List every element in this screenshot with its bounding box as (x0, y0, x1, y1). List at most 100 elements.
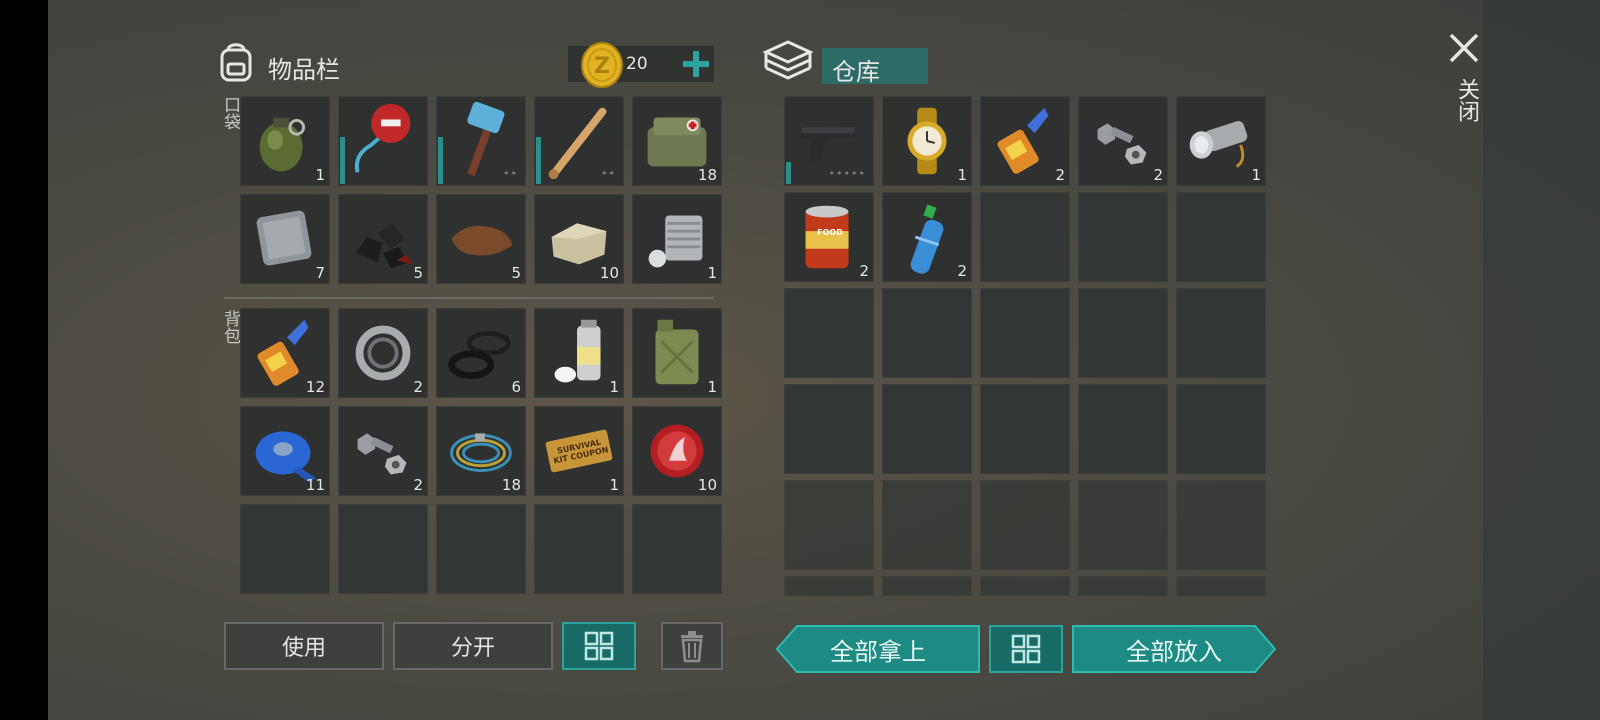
backpack-empty-slot[interactable] (240, 504, 330, 594)
grid-sort-icon (1011, 634, 1041, 664)
durability-bar (786, 162, 791, 184)
stop-sign-icon (338, 96, 428, 186)
storage_items-empty-slot[interactable] (784, 480, 874, 570)
item-count: 18 (697, 166, 717, 184)
item-count: 2 (859, 262, 869, 280)
take-all-label: 全部拿上 (830, 637, 926, 666)
storage_items-empty-slot[interactable] (1078, 288, 1168, 378)
storage_items-slot[interactable]: ••••• (784, 96, 874, 186)
backpack-slot[interactable]: SURVIVAL KIT COUPON 1 (534, 406, 624, 496)
split-button[interactable]: 分开 (393, 622, 553, 670)
storage_items-empty-slot[interactable] (882, 384, 972, 474)
pockets-slot[interactable] (338, 96, 428, 186)
pockets-slot[interactable]: 18 (632, 96, 722, 186)
item-count: 2 (957, 262, 967, 280)
backpack-empty-slot[interactable] (436, 504, 526, 594)
item-count: 5 (511, 264, 521, 282)
inventory-title: 物品栏 (268, 56, 340, 84)
storage_items-slot[interactable]: 1 (882, 96, 972, 186)
storage_items-empty-slot[interactable] (1078, 192, 1168, 282)
storage_items-empty-slot[interactable] (882, 480, 972, 570)
durability-bar (438, 137, 443, 184)
storage_items-empty-slot[interactable] (882, 576, 972, 596)
close-button[interactable]: 关闭 (1446, 30, 1486, 140)
coin-count: 20 (626, 54, 648, 74)
storage_items-empty-slot[interactable] (1078, 576, 1168, 596)
trash-icon (681, 631, 703, 663)
pockets-slot[interactable]: 1 (240, 96, 330, 186)
item-count: 7 (315, 264, 325, 282)
backpack-empty-slot[interactable] (338, 504, 428, 594)
item-count: 2 (413, 378, 423, 396)
storage_items-empty-slot[interactable] (1176, 576, 1266, 596)
backpack-slot[interactable]: 1 (534, 308, 624, 398)
item-count: 2 (1153, 166, 1163, 184)
durability-dots: ••••• (828, 167, 866, 180)
section-divider (224, 297, 714, 299)
storage_items-empty-slot[interactable] (1078, 384, 1168, 474)
storage_items-slot[interactable]: 1 (1176, 96, 1266, 186)
storage_items-empty-slot[interactable] (1176, 192, 1266, 282)
backpack-slot[interactable]: 18 (436, 406, 526, 496)
add-coins-button[interactable] (680, 48, 712, 80)
item-count: 10 (599, 264, 619, 282)
game-screen: 物品栏 Z 20 仓库 关闭 口袋 背包 使用 分开 全部拿上 全部放入 1 ••… (48, 0, 1600, 720)
pockets-slot[interactable]: •• (436, 96, 526, 186)
item-count: 1 (609, 378, 619, 396)
put-all-button[interactable]: 全部放入 (1071, 624, 1277, 674)
close-label: 关闭 (1454, 78, 1479, 122)
storage_items-empty-slot[interactable] (980, 384, 1070, 474)
item-print-text: FOOD (817, 228, 843, 237)
take-all-button[interactable]: 全部拿上 (775, 624, 981, 674)
storage_items-empty-slot[interactable] (1176, 384, 1266, 474)
item-count: 2 (1055, 166, 1065, 184)
backpack-empty-slot[interactable] (534, 504, 624, 594)
durability-bar (340, 137, 345, 184)
storage_items-slot[interactable]: 2 (882, 192, 972, 282)
storage_items-empty-slot[interactable] (784, 384, 874, 474)
put-all-label: 全部放入 (1126, 637, 1222, 666)
pockets-slot[interactable]: 5 (436, 194, 526, 284)
sort-inventory-button[interactable] (562, 622, 636, 670)
use-button[interactable]: 使用 (224, 622, 384, 670)
storage_items-empty-slot[interactable] (980, 192, 1070, 282)
item-count: 10 (697, 476, 717, 494)
sort-storage-button[interactable] (989, 625, 1063, 673)
pockets-slot[interactable]: 7 (240, 194, 330, 284)
item-count: 1 (957, 166, 967, 184)
delete-button[interactable] (661, 622, 723, 670)
storage_items-empty-slot[interactable] (882, 288, 972, 378)
right-sidebar (1483, 0, 1600, 720)
storage_items-empty-slot[interactable] (784, 288, 874, 378)
storage_items-slot[interactable]: 2 (980, 96, 1070, 186)
storage_items-empty-slot[interactable] (980, 480, 1070, 570)
svg-text:Z: Z (594, 54, 610, 79)
storage_items-empty-slot[interactable] (980, 576, 1070, 596)
storage_items-empty-slot[interactable] (784, 576, 874, 596)
backpack-slot[interactable]: 11 (240, 406, 330, 496)
pockets-slot[interactable]: 10 (534, 194, 624, 284)
storage_items-empty-slot[interactable] (1078, 480, 1168, 570)
backpack-empty-slot[interactable] (632, 504, 722, 594)
backpack-slot[interactable]: 2 (338, 406, 428, 496)
item-count: 5 (413, 264, 423, 282)
pockets-slot[interactable]: 5 (338, 194, 428, 284)
backpack-slot[interactable]: 12 (240, 308, 330, 398)
backpack-slot[interactable]: 1 (632, 308, 722, 398)
item-count: 1 (1251, 166, 1261, 184)
storage_items-slot[interactable]: 2 (1078, 96, 1168, 186)
storage_items-empty-slot[interactable] (1176, 288, 1266, 378)
item-count: 1 (707, 264, 717, 282)
storage_items-empty-slot[interactable] (1176, 480, 1266, 570)
storage_items-slot[interactable]: FOOD 2 (784, 192, 874, 282)
durability-dots: •• (601, 167, 616, 180)
item-count: 11 (305, 476, 325, 494)
backpack-slot[interactable]: 6 (436, 308, 526, 398)
backpack-slot[interactable]: 2 (338, 308, 428, 398)
backpack-slot[interactable]: 10 (632, 406, 722, 496)
item-count: 18 (501, 476, 521, 494)
storage_items-empty-slot[interactable] (980, 288, 1070, 378)
pockets-slot[interactable]: 1 (632, 194, 722, 284)
close-icon (1449, 33, 1479, 63)
pockets-slot[interactable]: •• (534, 96, 624, 186)
